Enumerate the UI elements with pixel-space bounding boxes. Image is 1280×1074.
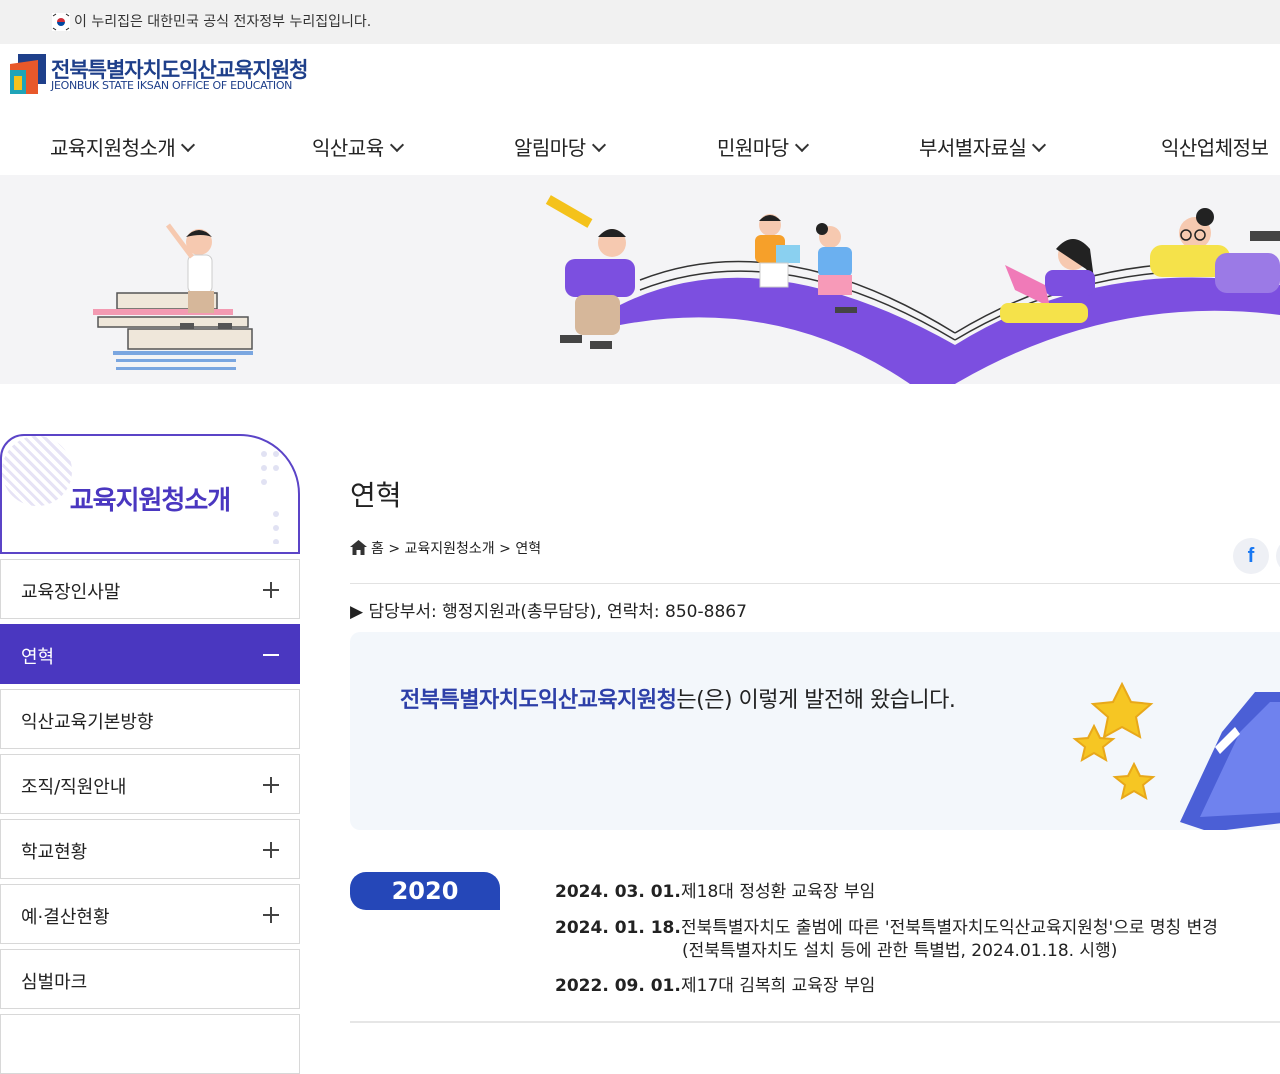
sidebar-item-label: 연혁: [21, 647, 55, 668]
sidebar-item-budget[interactable]: 예·결산현황: [0, 884, 300, 944]
history-date: 2022. 09. 01.: [555, 976, 681, 996]
history-date: 2024. 03. 01.: [555, 882, 681, 902]
breadcrumb-separator: >: [499, 541, 511, 557]
history-intro-box: 전북특별자치도익산교육지원청는(은) 이렇게 발전해 왔습니다.: [350, 632, 1280, 830]
chevron-down-icon: [181, 137, 196, 153]
plus-icon: [263, 582, 279, 598]
breadcrumb-current: 연혁: [515, 541, 542, 557]
chevron-down-icon: [389, 137, 404, 153]
kid-pencil-illustration: [545, 195, 635, 349]
girl-book-illustration: [1000, 239, 1095, 323]
sidebar-item-symbol[interactable]: 심벌마크: [0, 949, 300, 1009]
intro-rest: 는(은) 이렇게 발전해 왔습니다.: [676, 688, 956, 713]
breadcrumb-section[interactable]: 교육지원청소개: [405, 541, 495, 557]
sidebar-item-label: 교육장인사말: [21, 582, 121, 603]
gnb-label: 부서별자료실: [919, 136, 1027, 160]
intro-message: 전북특별자치도익산교육지원청는(은) 이렇게 발전해 왔습니다.: [400, 682, 956, 714]
gov-notice-bar: 이 누리집은 대한민국 공식 전자정부 누리집입니다.: [0, 0, 1280, 44]
sub-visual-banner: [0, 175, 1280, 384]
sidebar-item-label: 조직/직원안내: [21, 777, 127, 798]
history-entry: 2024. 01. 18.전북특별자치도 출범에 따른 '전북특별자치도익산교육…: [555, 913, 1218, 961]
sidebar-item-greeting[interactable]: 교육장인사말: [0, 559, 300, 619]
sidebar-item-organization[interactable]: 조직/직원안내: [0, 754, 300, 814]
sidebar-item-label: 학교현황: [21, 842, 88, 863]
gnb-label: 민원마당: [717, 136, 789, 160]
books-illustration: [1180, 692, 1280, 830]
plus-icon: [263, 907, 279, 923]
page-title: 연혁: [350, 479, 402, 512]
history-text: 전북특별자치도 출범에 따른 '전북특별자치도익산교육지원청'으로 명칭 변경: [681, 918, 1218, 938]
gnb-item-civil[interactable]: 민원마당: [717, 132, 809, 161]
gnb-label: 익산업체정보: [1161, 136, 1269, 160]
breadcrumb: 홈 > 교육지원청소개 > 연혁: [350, 538, 541, 558]
sidebar-title-box: 교육지원청소개: [0, 434, 300, 554]
facebook-share-icon[interactable]: f: [1233, 538, 1269, 574]
sidebar-title: 교육지원청소개: [69, 486, 231, 516]
history-text: 제18대 정성환 교육장 부임: [681, 882, 876, 902]
intro-org-name: 전북특별자치도익산교육지원청: [400, 688, 677, 713]
site-logo[interactable]: 전북특별자치도익산교육지원청 JEONBUK STATE IKSAN OFFIC…: [8, 52, 318, 98]
logo-name-en: JEONBUK STATE IKSAN OFFICE OF EDUCATION: [51, 79, 293, 92]
gnb-item-notice[interactable]: 알림마당: [514, 132, 606, 161]
gnb-label: 교육지원청소개: [50, 136, 176, 160]
breadcrumb-separator: >: [388, 541, 401, 557]
year-badge: 2020: [350, 872, 500, 910]
divider: [350, 583, 1280, 584]
sidebar-item-label: 심벌마크: [21, 972, 88, 993]
plus-icon: [263, 777, 279, 793]
sidebar-item-more[interactable]: [0, 1014, 300, 1074]
sidebar-item-label: 예·결산현황: [21, 907, 110, 928]
chevron-down-icon: [794, 137, 809, 153]
sidebar-item-direction[interactable]: 익산교육기본방향: [0, 689, 300, 749]
chevron-down-icon: [591, 137, 606, 153]
stars-books-illustration: [1072, 681, 1280, 830]
history-entry: 2024. 03. 01.제18대 정성환 교육장 부임: [555, 877, 875, 902]
breadcrumb-home[interactable]: 홈: [371, 541, 384, 557]
gov-notice-text: 이 누리집은 대한민국 공식 전자정부 누리집입니다.: [74, 14, 372, 30]
department-info: ▶ 담당부서: 행정지원과(총무담당), 연락처: 850-8867: [350, 602, 747, 622]
minus-icon: [263, 654, 279, 656]
gnb-item-company[interactable]: 익산업체정보: [1161, 132, 1269, 161]
gnb-item-dept-data[interactable]: 부서별자료실: [919, 132, 1047, 161]
kids-reading-illustration: [93, 195, 1280, 384]
logo-emblem-icon: [10, 54, 46, 94]
plus-icon: [263, 842, 279, 858]
home-icon: [350, 540, 367, 555]
book-stack-illustration: [93, 292, 253, 370]
main-navigation: 교육지원청소개 익산교육 알림마당 민원마당 부서별자료실 익산업체정보: [0, 118, 1280, 174]
history-subtext: (전북특별자치도 설치 등에 관한 특별법, 2024.01.18. 시행): [682, 941, 1118, 961]
gnb-label: 익산교육: [312, 136, 384, 160]
korean-flag-icon: [52, 13, 70, 31]
history-date: 2024. 01. 18.: [555, 918, 681, 938]
sidebar-item-history[interactable]: 연혁: [0, 624, 300, 684]
gnb-item-iksan-edu[interactable]: 익산교육: [312, 132, 404, 161]
chevron-down-icon: [1032, 137, 1047, 153]
history-text: 제17대 김복희 교육장 부임: [681, 976, 876, 996]
sidebar-item-schools[interactable]: 학교현황: [0, 819, 300, 879]
gnb-item-intro[interactable]: 교육지원청소개: [50, 132, 196, 161]
share-icon[interactable]: [1276, 538, 1280, 574]
gnb-label: 알림마당: [514, 136, 586, 160]
sidebar-item-label: 익산교육기본방향: [21, 712, 154, 733]
history-entry: 2022. 09. 01.제17대 김복희 교육장 부임: [555, 971, 875, 996]
divider: [350, 1021, 1280, 1023]
